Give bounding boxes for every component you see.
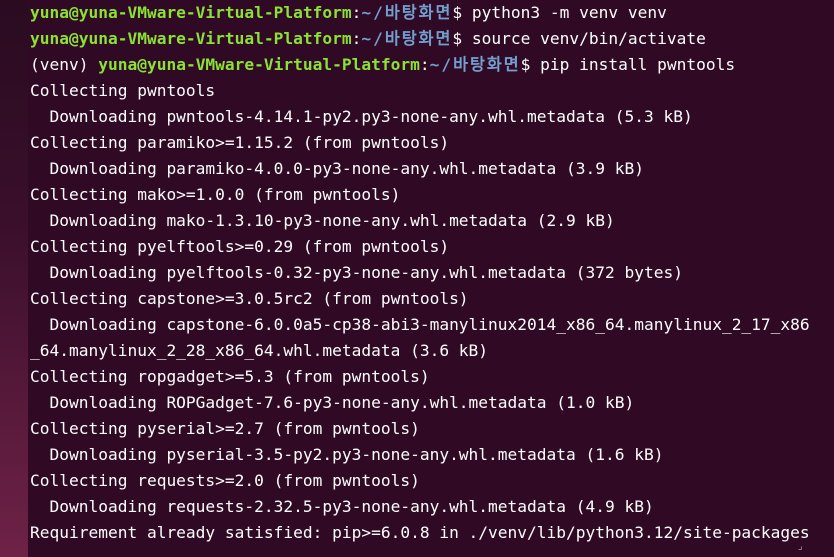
output-line: _64.manylinux_2_28_x86_64.whl.metadata (…	[30, 341, 489, 360]
output-line: Collecting ropgadget>=5.3 (from pwntools…	[30, 367, 430, 386]
resize-grip-icon[interactable]: ⌟	[798, 542, 812, 552]
terminal-window[interactable]: yuna@yuna-VMware-Virtual-Platform:~/바탕화면…	[28, 0, 834, 557]
user-host: yuna@yuna-VMware-Virtual-Platform	[98, 55, 420, 74]
output-line: Downloading capstone-6.0.0a5-cp38-abi3-m…	[30, 315, 810, 334]
user-host: yuna@yuna-VMware-Virtual-Platform	[30, 3, 352, 22]
output-line: Collecting pyserial>=2.7 (from pwntools)	[30, 419, 420, 438]
output-line: Downloading pyelftools-0.32-py3-none-any…	[30, 263, 683, 282]
venv-prefix: (venv)	[30, 55, 99, 74]
cwd-path: ~/바탕화면	[361, 29, 453, 48]
output-line: Collecting pyelftools>=0.29 (from pwntoo…	[30, 237, 450, 256]
output-line: Downloading mako-1.3.10-py3-none-any.whl…	[30, 211, 615, 230]
output-line: Collecting requests>=2.0 (from pwntools)	[30, 471, 420, 490]
output-line: Collecting mako>=1.0.0 (from pwntools)	[30, 185, 401, 204]
cwd-path: ~/바탕화면	[361, 3, 453, 22]
user-host: yuna@yuna-VMware-Virtual-Platform	[30, 29, 352, 48]
output-line: Downloading paramiko-4.0.0-py3-none-any.…	[30, 159, 644, 178]
output-line: Requirement already satisfied: pip>=6.0.…	[30, 523, 810, 542]
prompt-line-1: yuna@yuna-VMware-Virtual-Platform:~/바탕화면…	[30, 3, 667, 22]
output-line: Collecting capstone>=3.0.5rc2 (from pwnt…	[30, 289, 469, 308]
output-line: Downloading pyserial-3.5-py2.py3-none-an…	[30, 445, 664, 464]
prompt-line-3: (venv) yuna@yuna-VMware-Virtual-Platform…	[30, 55, 736, 74]
output-line: Collecting paramiko>=1.15.2 (from pwntoo…	[30, 133, 450, 152]
cwd-path: ~/바탕화면	[429, 55, 521, 74]
command-text: python3 -m venv venv	[471, 3, 667, 22]
command-text: source venv/bin/activate	[471, 29, 706, 48]
output-line: Collecting pwntools	[30, 81, 216, 100]
output-line: Downloading pwntools-4.14.1-py2.py3-none…	[30, 107, 693, 126]
output-line: Downloading ROPGadget-7.6-py3-none-any.w…	[30, 393, 635, 412]
desktop-background	[0, 0, 28, 557]
prompt-line-2: yuna@yuna-VMware-Virtual-Platform:~/바탕화면…	[30, 29, 706, 48]
output-line: Downloading requests-2.32.5-py3-none-any…	[30, 497, 654, 516]
command-text: pip install pwntools	[540, 55, 736, 74]
